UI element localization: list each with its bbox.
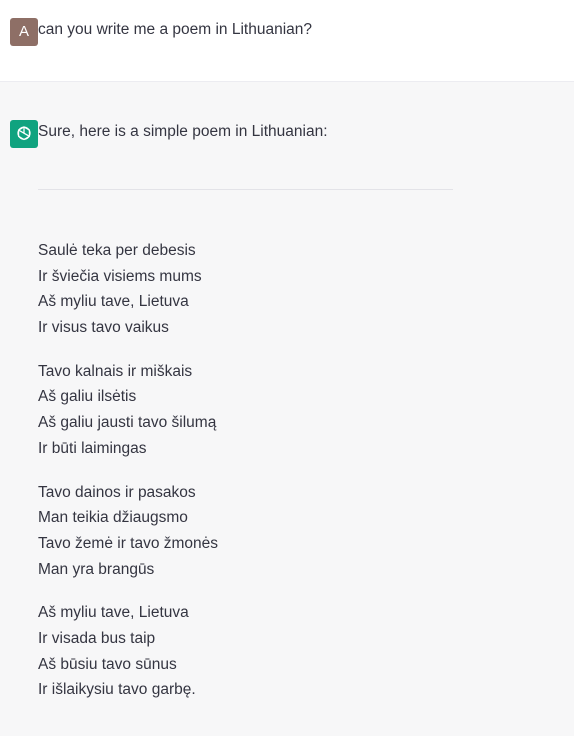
poem-stanza: Tavo dainos ir pasakos Man teikia džiaug…	[38, 480, 218, 583]
poem-line: Ir šviečia visiems mums	[38, 267, 202, 285]
user-message-row: A can you write me a poem in Lithuanian?	[0, 0, 574, 82]
poem-line: Man yra brangūs	[38, 560, 155, 578]
assistant-intro-text: Sure, here is a simple poem in Lithuania…	[38, 123, 328, 140]
user-message-text: can you write me a poem in Lithuanian?	[38, 21, 312, 38]
poem-line: Aš myliu tave, Lietuva	[38, 604, 189, 622]
poem-line: Tavo kalnais ir miškais	[38, 362, 193, 380]
poem-line: Ir visus tavo vaikus	[38, 319, 169, 337]
user-avatar: A	[10, 18, 38, 46]
poem-line: Ir visada bus taip	[38, 629, 156, 647]
poem-line: Aš galiu jausti tavo šilumą	[38, 414, 217, 432]
assistant-avatar	[10, 120, 38, 148]
poem-stanza: Aš myliu tave, Lietuva Ir visada bus tai…	[38, 600, 218, 703]
poem-line: Aš būsiu tavo sūnus	[38, 655, 177, 673]
poem-stanza: Saulė teka per debesis Ir šviečia visiem…	[38, 238, 218, 341]
openai-logo-icon	[17, 126, 31, 141]
poem-line: Aš myliu tave, Lietuva	[38, 293, 189, 311]
poem-line: Saulė teka per debesis	[38, 242, 196, 259]
poem-line: Ir išlaikysiu tavo garbę.	[38, 681, 196, 699]
assistant-message-row: Sure, here is a simple poem in Lithuania…	[0, 82, 574, 736]
poem-line: Tavo žemė ir tavo žmonės	[38, 534, 219, 552]
poem: Saulė teka per debesis Ir šviečia visiem…	[38, 238, 218, 721]
poem-line: Aš galiu ilsėtis	[38, 388, 137, 406]
poem-line: Man teikia džiaugsmo	[38, 509, 188, 527]
poem-stanza: Tavo kalnais ir miškais Aš galiu ilsėtis…	[38, 359, 218, 462]
horizontal-divider	[38, 189, 453, 190]
poem-line: Ir būti laimingas	[38, 439, 147, 457]
poem-line: Tavo dainos ir pasakos	[38, 483, 196, 501]
